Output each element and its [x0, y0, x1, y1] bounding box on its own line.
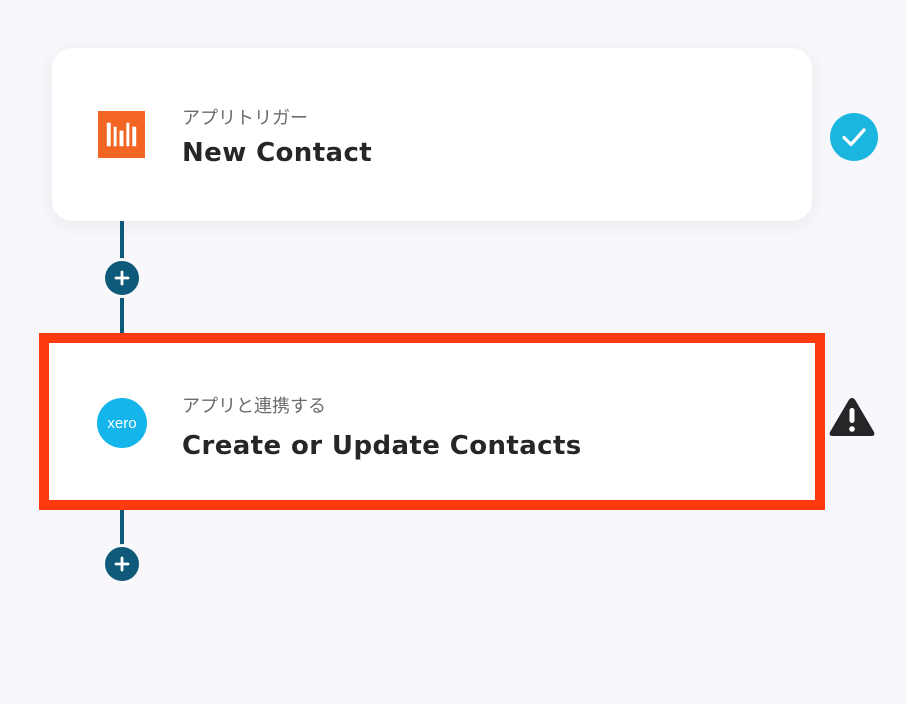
step-type-label: アプリと連携する	[182, 396, 326, 417]
plus-icon	[114, 270, 130, 286]
add-step-button[interactable]	[102, 258, 142, 298]
plus-icon	[114, 556, 130, 572]
check-circle-icon	[830, 113, 878, 161]
trigger-app-logo-icon	[98, 111, 145, 158]
xero-logo-text: xero	[107, 415, 136, 432]
warning-triangle-icon	[829, 398, 875, 436]
step-title: Create or Update Contacts	[182, 431, 582, 461]
step-title: New Contact	[182, 138, 373, 168]
step-type-label: アプリトリガー	[182, 108, 308, 129]
xero-logo-icon: xero	[97, 398, 147, 448]
action-step-card[interactable]: xero アプリと連携する Create or Update Contacts	[39, 333, 825, 510]
add-step-button[interactable]	[102, 544, 142, 584]
trigger-step-card[interactable]: アプリトリガー New Contact	[52, 48, 812, 221]
